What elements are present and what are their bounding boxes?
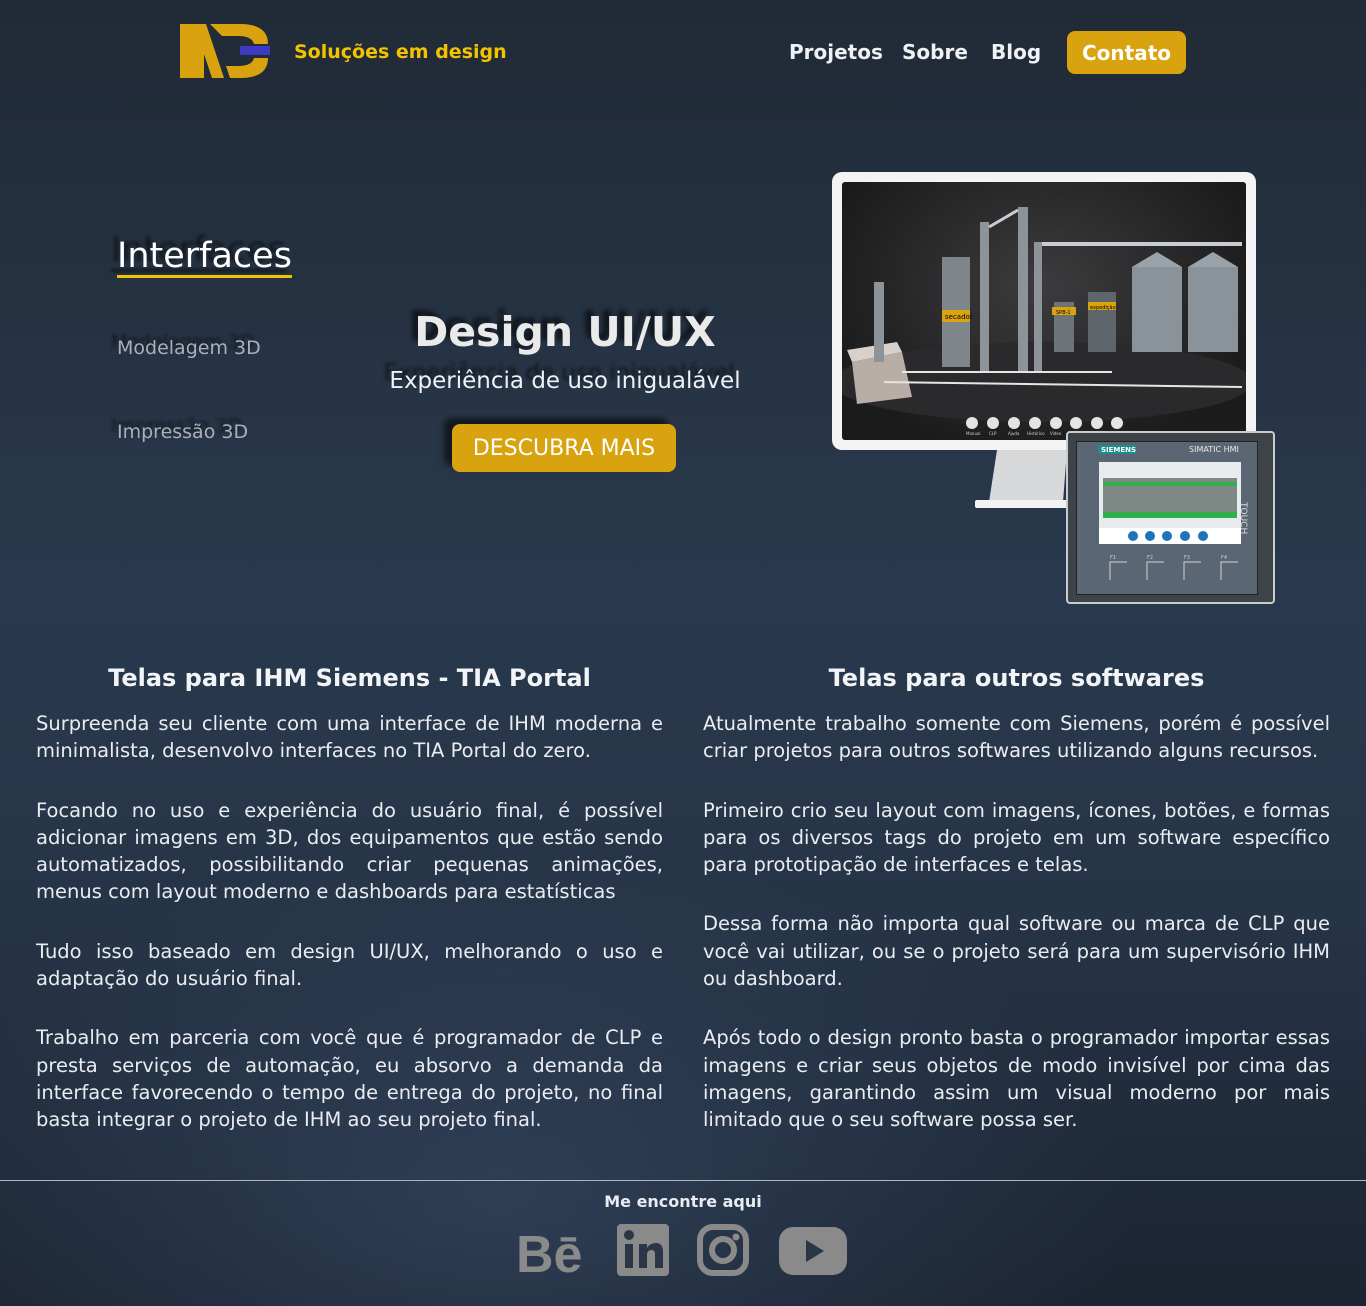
toolbar-label-clp: CLP <box>989 431 997 436</box>
plant-3d-scene: secador SPB-1 expedição Manual CLP Ajuda… <box>842 182 1246 440</box>
brand-tagline: Soluções em design <box>294 41 507 63</box>
monitor-image: secador SPB-1 expedição Manual CLP Ajuda… <box>832 172 1256 450</box>
side-menu-impressao-3d[interactable]: Impressão 3D <box>117 421 248 443</box>
toolbar-label-manual: Manual <box>966 431 981 436</box>
outros-softwares-paragraph: Atualmente trabalho somente com Siemens,… <box>703 712 1330 763</box>
side-menu-modelagem-3d[interactable]: Modelagem 3D <box>117 337 261 359</box>
toolbar-label-historico: Histórico <box>1027 431 1045 436</box>
toolbar-label-video: Vídeo <box>1050 431 1062 436</box>
md-logo[interactable] <box>180 24 270 78</box>
ihm-siemens-paragraph: Tudo isso baseado em design UI/UX, melho… <box>36 939 663 991</box>
tank-label-secador: secador <box>945 313 973 321</box>
siemens-hmi-image: SIEMENS SIMATIC HMI TOUCH F1 F2 F3 F4 <box>1066 431 1275 604</box>
outros-softwares-paragraph: Após todo o design pronto basta o progra… <box>703 1026 1330 1132</box>
youtube-icon[interactable] <box>779 1227 847 1275</box>
ihm-siemens-paragraph: Surpreenda seu cliente com uma interface… <box>36 712 663 763</box>
outros-softwares-title: Telas para outros softwares <box>828 664 1205 692</box>
hmi-brand: SIEMENS <box>1101 446 1136 454</box>
hmi-key-f3: F3 <box>1184 555 1190 561</box>
tank-label-expedicao: expedição <box>1090 305 1116 311</box>
toolbar-label-ajuda: Ajuda <box>1008 431 1020 436</box>
side-menu-interfaces[interactable]: Interfaces <box>117 236 292 276</box>
hero-title: Design UI/UX <box>414 308 716 356</box>
outros-softwares-section: Telas para outros softwares Atualmente t… <box>703 662 1330 1166</box>
hmi-key-f1: F1 <box>1110 555 1116 561</box>
outros-softwares-paragraph: Primeiro crio seu layout com imagens, íc… <box>703 798 1330 877</box>
nav-blog[interactable]: Blog <box>991 40 1041 64</box>
instagram-icon[interactable] <box>697 1224 749 1276</box>
nav-sobre[interactable]: Sobre <box>902 40 968 64</box>
ihm-siemens-title: Telas para IHM Siemens - TIA Portal <box>108 664 591 692</box>
ihm-siemens-section: Telas para IHM Siemens - TIA Portal Surp… <box>36 662 663 1166</box>
nav-projetos[interactable]: Projetos <box>789 40 883 64</box>
hmi-key-f4: F4 <box>1221 555 1227 561</box>
descubra-mais-button[interactable]: DESCUBRA MAIS <box>452 424 676 472</box>
hero-subtitle: Experiência de uso inigualável <box>389 368 741 394</box>
ihm-siemens-paragraph: Trabalho em parceria com você que é prog… <box>36 1026 663 1132</box>
footer-divider <box>0 1180 1366 1181</box>
svg-text:Bē: Bē <box>516 1228 582 1276</box>
contato-button[interactable]: Contato <box>1067 31 1186 74</box>
behance-icon[interactable]: Bē <box>516 1228 590 1276</box>
footer-title: Me encontre aqui <box>604 1192 762 1211</box>
linkedin-icon[interactable] <box>617 1224 669 1276</box>
ihm-siemens-paragraph: Focando no uso e experiência do usuário … <box>36 798 663 904</box>
hmi-touch-label: TOUCH <box>1238 501 1248 534</box>
tank-label-spb: SPB-1 <box>1056 310 1071 316</box>
hmi-model: SIMATIC HMI <box>1189 445 1239 454</box>
outros-softwares-paragraph: Dessa forma não importa qual software ou… <box>703 912 1330 991</box>
hmi-key-f2: F2 <box>1147 555 1153 561</box>
